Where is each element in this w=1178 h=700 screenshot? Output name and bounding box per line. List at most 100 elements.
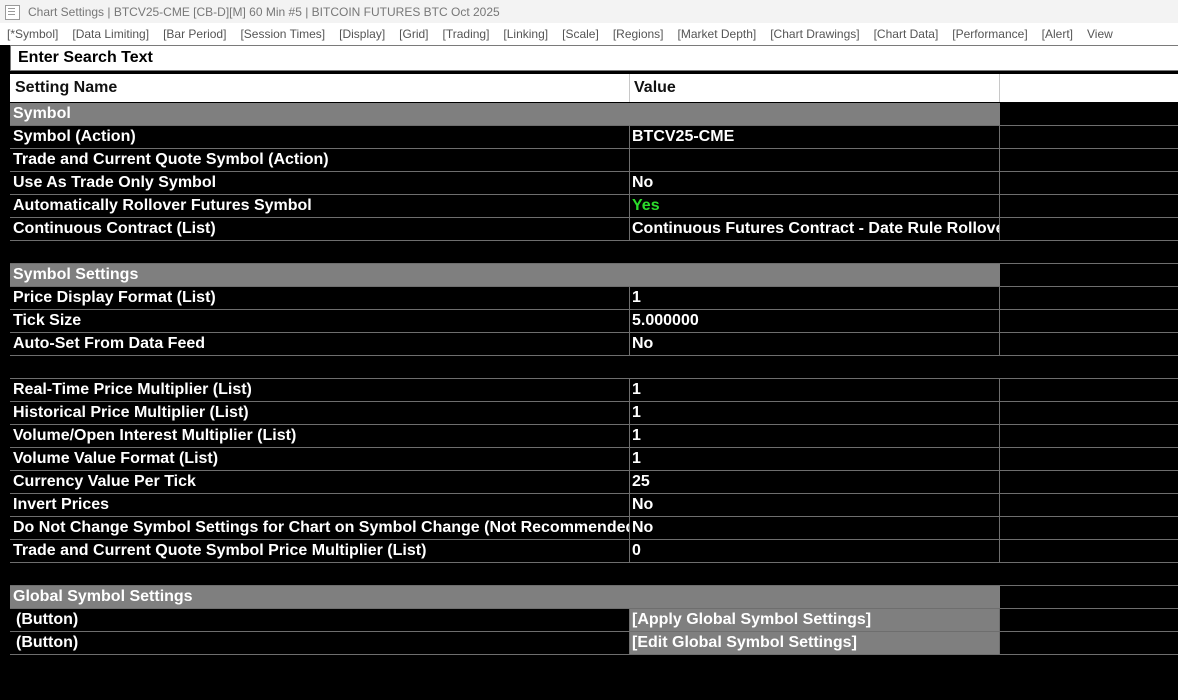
table-row[interactable]: Real-Time Price Multiplier (List) 1 <box>10 379 1178 402</box>
table-row[interactable]: Trade and Current Quote Symbol Price Mul… <box>10 540 1178 563</box>
tab-scale[interactable]: [Scale] <box>562 27 599 41</box>
tab-chart-drawings[interactable]: [Chart Drawings] <box>770 27 859 41</box>
empty-cell <box>1000 494 1178 517</box>
empty-cell <box>1000 287 1178 310</box>
table-row[interactable]: Price Display Format (List) 1 <box>10 287 1178 310</box>
table-header: Setting Name Value <box>10 74 1178 102</box>
setting-value[interactable]: Yes <box>630 195 1000 218</box>
empty-cell <box>1000 149 1178 172</box>
tab-performance[interactable]: [Performance] <box>952 27 1027 41</box>
tab-data-limiting[interactable]: [Data Limiting] <box>72 27 149 41</box>
setting-name: Tick Size <box>10 310 630 333</box>
setting-name: Historical Price Multiplier (List) <box>10 402 630 425</box>
tab-view[interactable]: View <box>1087 27 1113 41</box>
setting-name: Volume/Open Interest Multiplier (List) <box>10 425 630 448</box>
section-header[interactable]: Symbol <box>10 103 1178 126</box>
tab-alert[interactable]: [Alert] <box>1042 27 1073 41</box>
action-button[interactable]: [Edit Global Symbol Settings] <box>630 632 1000 655</box>
table-row[interactable]: Do Not Change Symbol Settings for Chart … <box>10 517 1178 540</box>
setting-name: Price Display Format (List) <box>10 287 630 310</box>
section-header[interactable]: Global Symbol Settings <box>10 586 1178 609</box>
setting-name <box>10 563 1000 586</box>
tab-regions[interactable]: [Regions] <box>613 27 664 41</box>
empty-cell <box>1000 103 1178 126</box>
tab-linking[interactable]: [Linking] <box>503 27 548 41</box>
empty-cell <box>1000 586 1178 609</box>
setting-value[interactable]: No <box>630 333 1000 356</box>
settings-tab-bar: [*Symbol] [Data Limiting] [Bar Period] [Ses… <box>0 23 1178 45</box>
empty-cell <box>1000 609 1178 632</box>
setting-value[interactable]: 1 <box>630 425 1000 448</box>
table-row[interactable]: Tick Size 5.000000 <box>10 310 1178 333</box>
settings-grid: Symbol Symbol (Action) BTCV25-CME Trade and… <box>10 103 1178 655</box>
table-row[interactable]: Automatically Rollover Futures Symbol Yes <box>10 195 1178 218</box>
setting-name: Invert Prices <box>10 494 630 517</box>
empty-cell <box>1000 310 1178 333</box>
window-title: Chart Settings | BTCV25-CME [CB-D][M] 60… <box>28 4 500 19</box>
setting-name: Trade and Current Quote Symbol Price Mul… <box>10 540 630 563</box>
empty-cell <box>1000 218 1178 241</box>
table-row[interactable]: Historical Price Multiplier (List) 1 <box>10 402 1178 425</box>
table-row[interactable]: Volume Value Format (List) 1 <box>10 448 1178 471</box>
tab-symbol[interactable]: [*Symbol] <box>7 27 58 41</box>
section-title: Global Symbol Settings <box>10 586 1000 609</box>
empty-cell <box>1000 471 1178 494</box>
table-row[interactable]: Auto-Set From Data Feed No <box>10 333 1178 356</box>
setting-value[interactable]: No <box>630 517 1000 540</box>
table-row[interactable]: Continuous Contract (List) Continuous Fut… <box>10 218 1178 241</box>
empty-cell <box>1000 632 1178 655</box>
setting-value[interactable]: Continuous Futures Contract - Date Rule … <box>630 218 1000 241</box>
setting-value[interactable]: BTCV25-CME <box>630 126 1000 149</box>
empty-cell <box>1000 563 1178 586</box>
column-header-value[interactable]: Value <box>630 74 1000 102</box>
column-header-setting-name[interactable]: Setting Name <box>10 74 630 102</box>
setting-value[interactable]: No <box>630 172 1000 195</box>
setting-value[interactable]: 1 <box>630 402 1000 425</box>
window-titlebar: Chart Settings | BTCV25-CME [CB-D][M] 60… <box>0 0 1178 23</box>
setting-name: Trade and Current Quote Symbol (Action) <box>10 149 630 172</box>
empty-cell <box>1000 264 1178 287</box>
table-row[interactable]: Volume/Open Interest Multiplier (List) 1 <box>10 425 1178 448</box>
table-row[interactable]: (Button) [Apply Global Symbol Settings] <box>10 609 1178 632</box>
tab-bar-period[interactable]: [Bar Period] <box>163 27 226 41</box>
spacer-row <box>10 356 1178 379</box>
table-row[interactable]: Currency Value Per Tick 25 <box>10 471 1178 494</box>
tab-display[interactable]: [Display] <box>339 27 385 41</box>
setting-value[interactable] <box>630 149 1000 172</box>
tab-trading[interactable]: [Trading] <box>443 27 490 41</box>
table-row[interactable]: Use As Trade Only Symbol No <box>10 172 1178 195</box>
table-row[interactable]: Invert Prices No <box>10 494 1178 517</box>
setting-value[interactable]: 1 <box>630 379 1000 402</box>
tab-market-depth[interactable]: [Market Depth] <box>678 27 757 41</box>
empty-cell <box>1000 517 1178 540</box>
setting-value[interactable]: 25 <box>630 471 1000 494</box>
empty-cell <box>1000 425 1178 448</box>
setting-value[interactable]: 1 <box>630 448 1000 471</box>
table-row[interactable]: Trade and Current Quote Symbol (Action) <box>10 149 1178 172</box>
tab-chart-data[interactable]: [Chart Data] <box>874 27 939 41</box>
tab-session-times[interactable]: [Session Times] <box>240 27 325 41</box>
setting-value[interactable]: 5.000000 <box>630 310 1000 333</box>
empty-cell <box>1000 126 1178 149</box>
setting-name: Volume Value Format (List) <box>10 448 630 471</box>
section-header[interactable]: Symbol Settings <box>10 264 1178 287</box>
setting-name: (Button) <box>10 632 630 655</box>
tab-grid[interactable]: [Grid] <box>399 27 428 41</box>
setting-name: (Button) <box>10 609 630 632</box>
setting-value[interactable]: No <box>630 494 1000 517</box>
setting-name <box>10 241 1000 264</box>
setting-name: Real-Time Price Multiplier (List) <box>10 379 630 402</box>
setting-value[interactable]: 0 <box>630 540 1000 563</box>
table-row[interactable]: Symbol (Action) BTCV25-CME <box>10 126 1178 149</box>
spacer-row <box>10 241 1178 264</box>
setting-value[interactable]: 1 <box>630 287 1000 310</box>
section-title: Symbol Settings <box>10 264 1000 287</box>
search-input[interactable]: Enter Search Text <box>10 45 1178 71</box>
table-row[interactable]: (Button) [Edit Global Symbol Settings] <box>10 632 1178 655</box>
empty-cell <box>1000 540 1178 563</box>
action-button[interactable]: [Apply Global Symbol Settings] <box>630 609 1000 632</box>
setting-name: Currency Value Per Tick <box>10 471 630 494</box>
empty-cell <box>1000 333 1178 356</box>
empty-cell <box>1000 195 1178 218</box>
empty-cell <box>1000 172 1178 195</box>
